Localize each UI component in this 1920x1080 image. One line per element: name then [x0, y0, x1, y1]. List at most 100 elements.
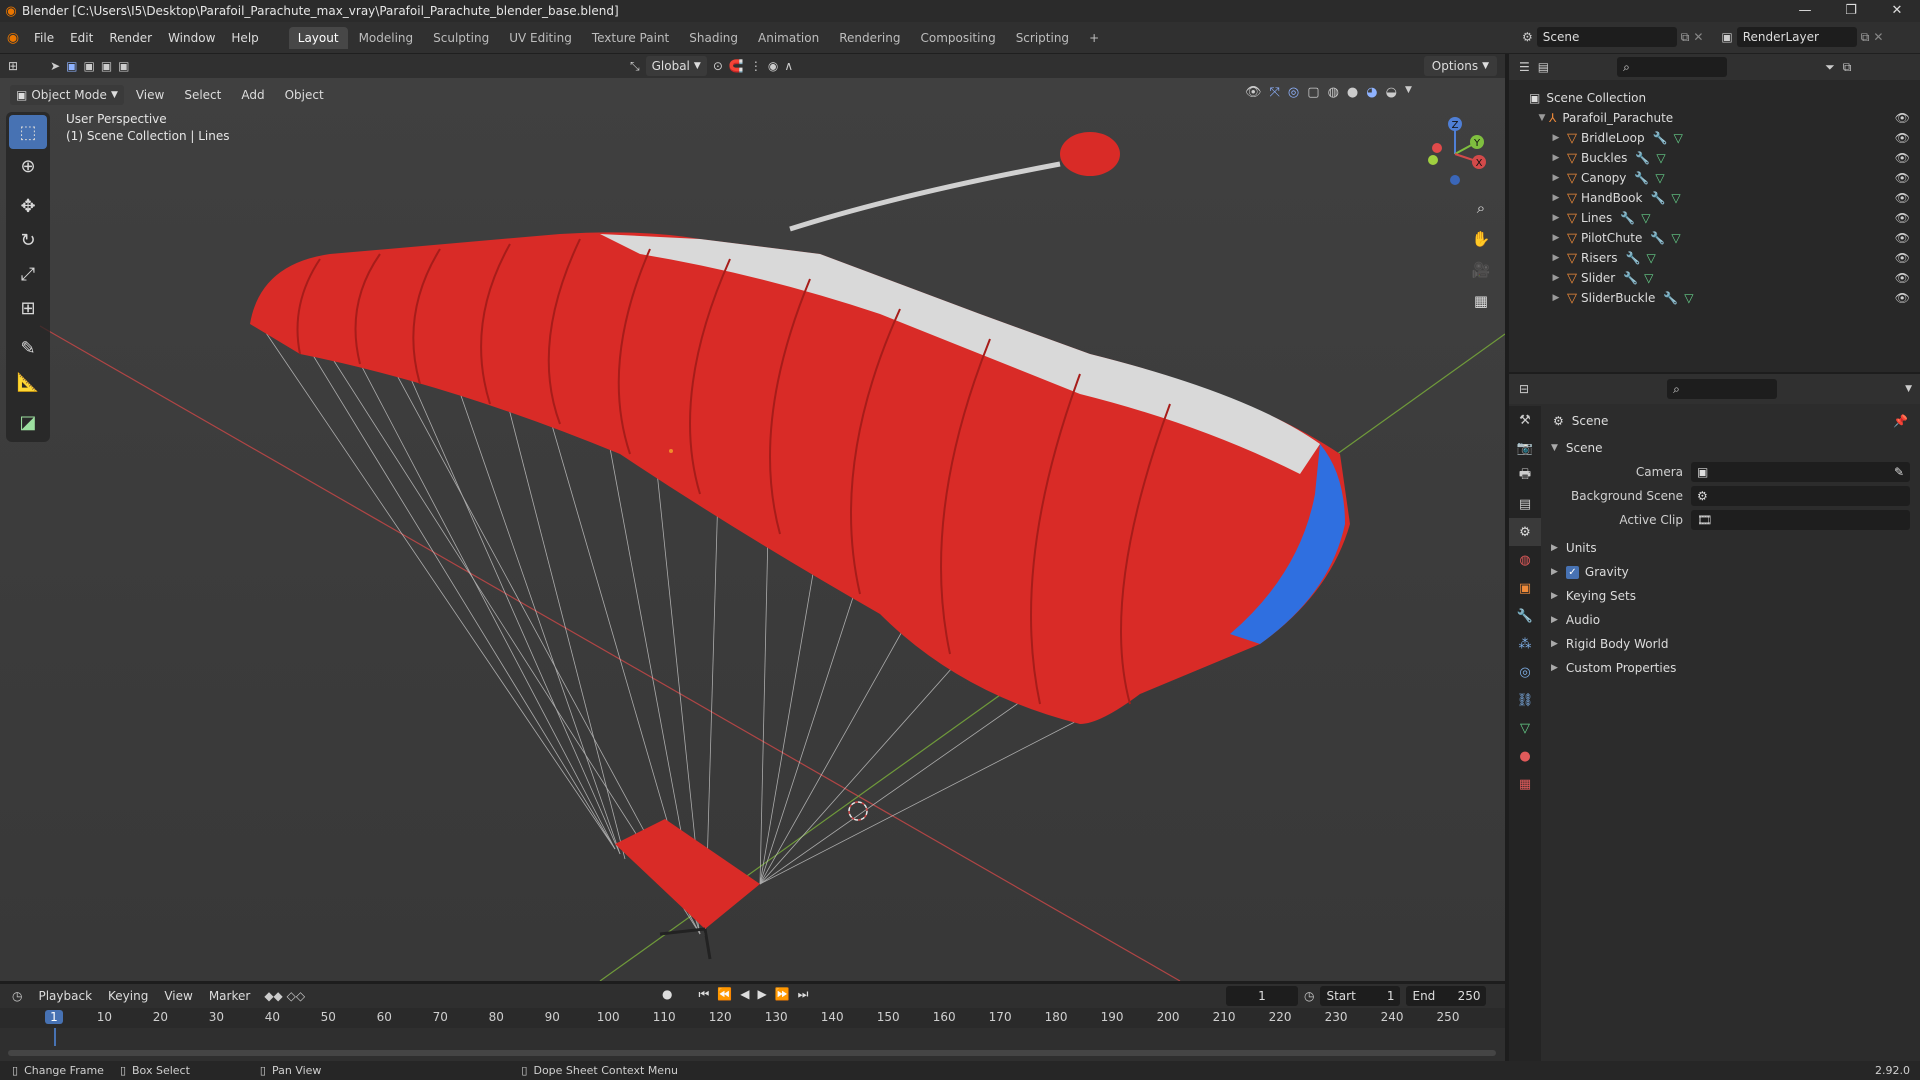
box-select-extend-icon[interactable]: ▣: [83, 59, 94, 73]
keying-sets-panel[interactable]: ▶ Keying Sets: [1541, 584, 1920, 608]
mesh-data-icon[interactable]: ▽: [1646, 251, 1655, 265]
clock-icon[interactable]: ◷: [1304, 989, 1314, 1003]
overlay-toggle-icon[interactable]: ◎: [1288, 85, 1299, 100]
record-icon[interactable]: ●: [662, 987, 672, 1002]
maximize-button[interactable]: ❐: [1828, 0, 1874, 22]
expand-right-icon[interactable]: ▶: [1549, 193, 1563, 203]
render-layer-selector[interactable]: RenderLayer: [1736, 27, 1857, 47]
mesh-data-icon[interactable]: ▽: [1671, 191, 1680, 205]
tab-shading[interactable]: Shading: [680, 27, 747, 49]
rendered-shading-icon[interactable]: ◒: [1386, 85, 1397, 100]
visibility-eye-icon[interactable]: 👁: [1895, 211, 1910, 225]
blender-menu-icon[interactable]: ◉: [0, 30, 26, 46]
new-collection-icon[interactable]: ⧉: [1843, 60, 1852, 75]
menu-select[interactable]: Select: [176, 85, 229, 105]
gravity-checkbox[interactable]: ✓: [1565, 565, 1579, 579]
material-tab-icon[interactable]: ●: [1509, 742, 1541, 770]
scene-tab-icon[interactable]: ⚙: [1509, 518, 1541, 546]
expand-right-icon[interactable]: ▶: [1549, 233, 1563, 243]
tab-rendering[interactable]: Rendering: [830, 27, 909, 49]
mesh-data-icon[interactable]: ▽: [1684, 291, 1693, 305]
editor-type-icon[interactable]: ⊟: [1519, 382, 1529, 396]
expand-right-icon[interactable]: ▶: [1549, 293, 1563, 303]
object-tab-icon[interactable]: ▣: [1509, 574, 1541, 602]
pin-icon[interactable]: 📌: [1893, 414, 1908, 428]
snap-target-icon[interactable]: ⋮: [750, 59, 762, 73]
particles-tab-icon[interactable]: ⁂: [1509, 630, 1541, 658]
modifier-wrench-icon[interactable]: 🔧: [1634, 171, 1649, 185]
scale-tool[interactable]: ⤢: [9, 257, 47, 291]
tab-uv-editing[interactable]: UV Editing: [500, 27, 581, 49]
visibility-eye-icon[interactable]: 👁: [1895, 191, 1910, 205]
frame-ruler[interactable]: 1 10 20 30 40 50 60 70 80 90 100 110 120 130 140 150 160…: [0, 1008, 1505, 1046]
modifier-wrench-icon[interactable]: 🔧: [1626, 251, 1641, 265]
outliner-item-handbook[interactable]: ▶ ▽ HandBook 🔧 ▽ 👁: [1509, 188, 1920, 208]
jump-start-icon[interactable]: ⏮: [698, 987, 709, 1002]
menu-keying[interactable]: Keying: [100, 986, 156, 1006]
eyedropper-icon[interactable]: ✎: [1894, 465, 1904, 479]
snap-icon[interactable]: 🧲: [729, 59, 744, 73]
visibility-icon[interactable]: 👁: [1245, 85, 1262, 100]
outliner-item-sliderbuckle[interactable]: ▶ ▽ SliderBuckle 🔧 ▽ 👁: [1509, 288, 1920, 308]
current-frame-indicator[interactable]: 1: [45, 1010, 63, 1024]
rigid-body-world-panel[interactable]: ▶ Rigid Body World: [1541, 632, 1920, 656]
options-button[interactable]: Options ▼: [1423, 56, 1497, 76]
modifier-wrench-icon[interactable]: 🔧: [1650, 231, 1665, 245]
jump-end-icon[interactable]: ⏭: [798, 987, 809, 1002]
cursor-tool[interactable]: ⊕: [9, 149, 47, 183]
mesh-data-tab-icon[interactable]: ▽: [1509, 714, 1541, 742]
world-tab-icon[interactable]: ◍: [1509, 546, 1541, 574]
select-mode-icon[interactable]: ➤: [50, 59, 60, 73]
gravity-panel[interactable]: ▶ ✓ Gravity: [1541, 560, 1920, 584]
menu-playback[interactable]: Playback: [30, 986, 100, 1006]
view-layer-tab-icon[interactable]: ▤: [1509, 490, 1541, 518]
outliner-item-lines[interactable]: ▶ ▽ Lines 🔧 ▽ 👁: [1509, 208, 1920, 228]
render-tab-icon[interactable]: 📷: [1509, 434, 1541, 462]
tab-compositing[interactable]: Compositing: [911, 27, 1004, 49]
camera-field[interactable]: ▣ ✎: [1691, 462, 1910, 482]
visibility-eye-icon[interactable]: 👁: [1895, 171, 1910, 185]
mesh-data-icon[interactable]: ▽: [1655, 171, 1664, 185]
outliner-search-input[interactable]: ⌕: [1617, 57, 1728, 77]
navigation-gizmo[interactable]: Z Y X: [1415, 114, 1495, 194]
mesh-data-icon[interactable]: ▽: [1671, 231, 1680, 245]
menu-object[interactable]: Object: [277, 85, 332, 105]
expand-right-icon[interactable]: ▶: [1549, 153, 1563, 163]
menu-timeline-view[interactable]: View: [156, 986, 200, 1006]
transform-tool[interactable]: ⊞: [9, 291, 47, 325]
outliner-item-slider[interactable]: ▶ ▽ Slider 🔧 ▽ 👁: [1509, 268, 1920, 288]
scene-panel-header[interactable]: ▼ Scene: [1541, 436, 1920, 460]
modifier-wrench-icon[interactable]: 🔧: [1623, 271, 1638, 285]
editor-type-icon[interactable]: ⊞: [8, 59, 18, 73]
visibility-eye-icon[interactable]: 👁: [1895, 151, 1910, 165]
menu-file[interactable]: File: [26, 27, 62, 49]
modifier-wrench-icon[interactable]: 🔧: [1653, 131, 1668, 145]
output-tab-icon[interactable]: 🖶: [1509, 462, 1541, 490]
expand-right-icon[interactable]: ▶: [1549, 273, 1563, 283]
visibility-eye-icon[interactable]: 👁: [1895, 251, 1910, 265]
filter-icon[interactable]: ⏷: [1825, 60, 1835, 75]
expand-right-icon[interactable]: ▶: [1549, 253, 1563, 263]
box-select-invert-icon[interactable]: ▣: [118, 59, 129, 73]
zoom-icon[interactable]: ⌕: [1467, 194, 1495, 222]
outliner-item-pilotchute[interactable]: ▶ ▽ PilotChute 🔧 ▽ 👁: [1509, 228, 1920, 248]
current-frame-field[interactable]: 1: [1226, 986, 1298, 1006]
pivot-point-icon[interactable]: ⊙: [713, 59, 723, 73]
end-frame-field[interactable]: End 250: [1406, 986, 1487, 1006]
tab-modeling[interactable]: Modeling: [350, 27, 423, 49]
modifier-wrench-icon[interactable]: 🔧: [1620, 211, 1635, 225]
outliner-root[interactable]: ▣ Scene Collection: [1509, 88, 1920, 108]
tab-scripting[interactable]: Scripting: [1007, 27, 1078, 49]
3d-viewport[interactable]: ▣ Object Mode ▼ View Select Add Object 👁…: [0, 54, 1505, 981]
tool-tab-icon[interactable]: ⚒: [1509, 406, 1541, 434]
play-reverse-icon[interactable]: ◀: [740, 987, 749, 1002]
outliner-collection[interactable]: ▼ ⅄ Parafoil_Parachute 👁: [1509, 108, 1920, 128]
play-icon[interactable]: ▶: [757, 987, 766, 1002]
box-select-subtract-icon[interactable]: ▣: [101, 59, 112, 73]
chevron-down-icon[interactable]: ▼: [1405, 85, 1412, 100]
gizmo-toggle-icon[interactable]: ⤧: [1270, 85, 1280, 100]
expand-right-icon[interactable]: ▶: [1549, 133, 1563, 143]
mesh-data-icon[interactable]: ▽: [1641, 211, 1650, 225]
mesh-data-icon[interactable]: ▽: [1674, 131, 1683, 145]
add-workspace-button[interactable]: +: [1080, 27, 1108, 49]
